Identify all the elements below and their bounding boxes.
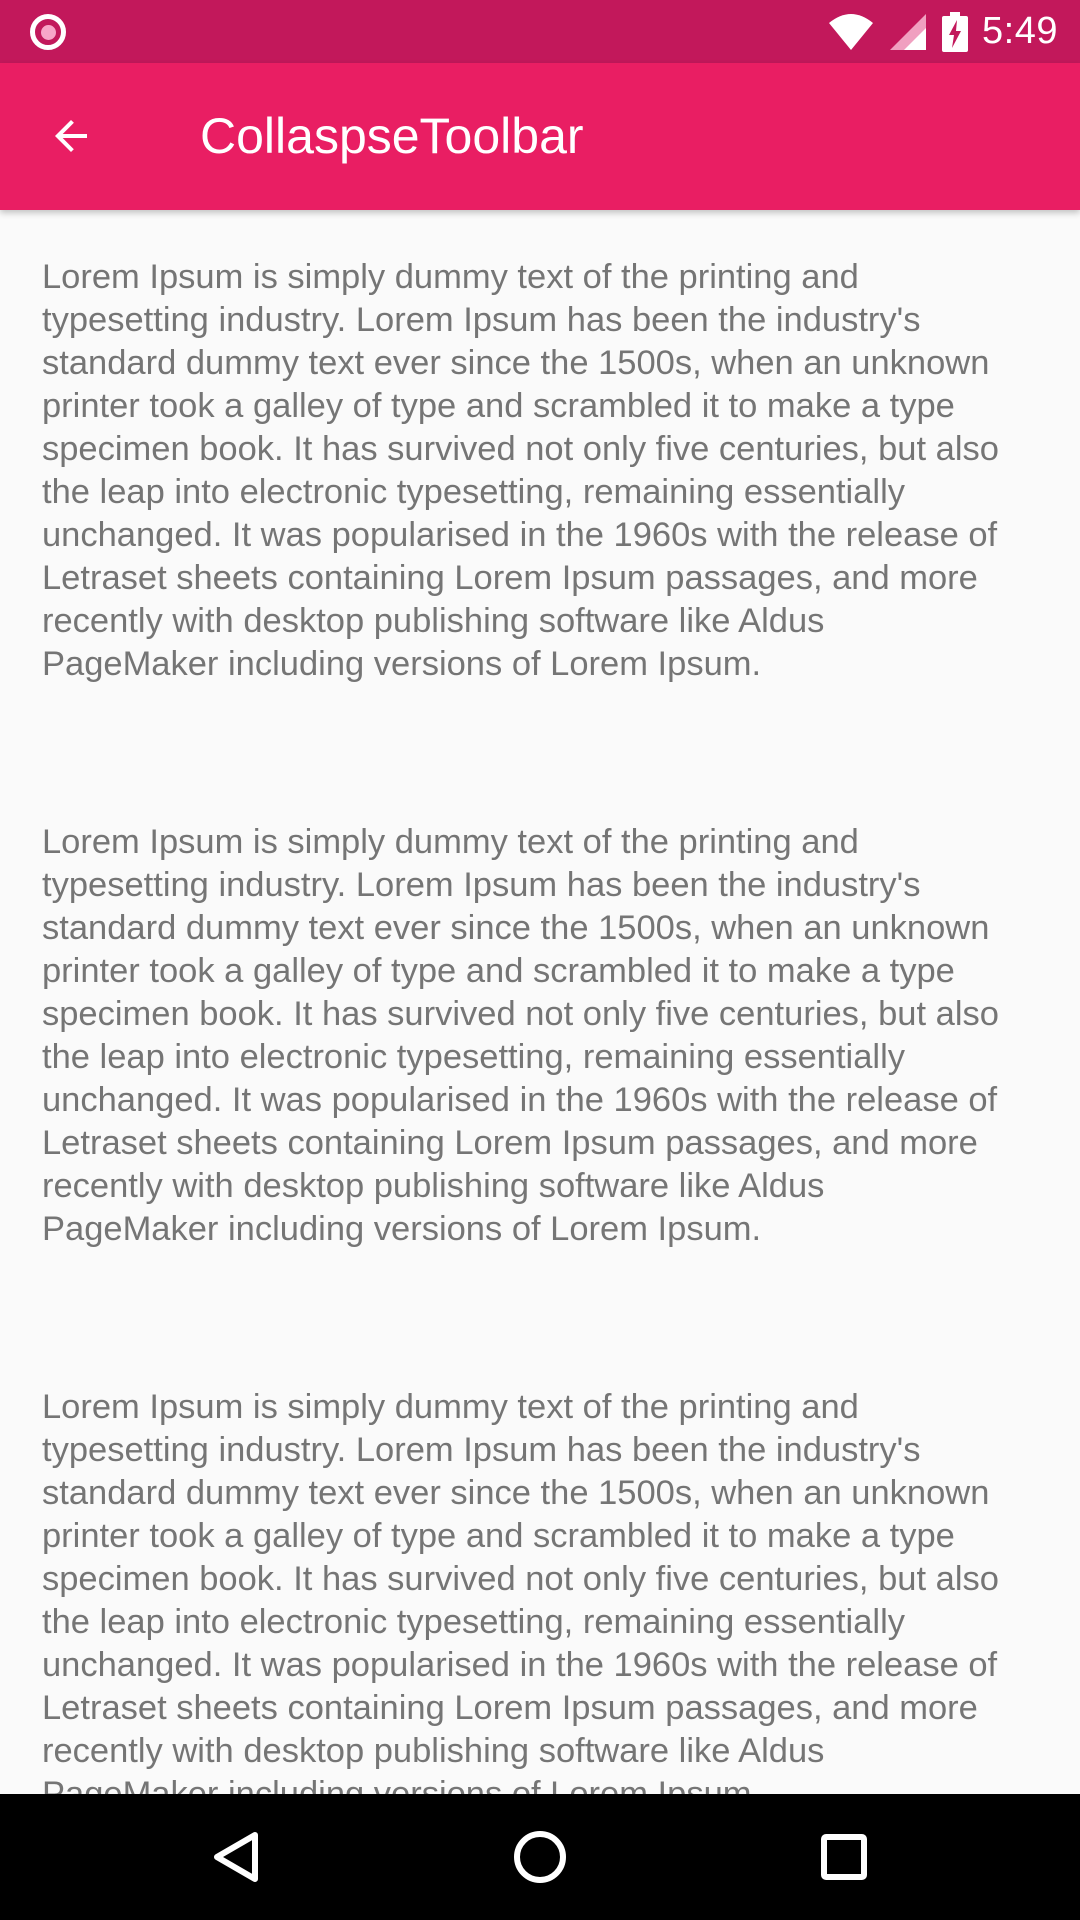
status-time: 5:49 <box>982 10 1058 52</box>
home-circle-icon <box>514 1831 566 1883</box>
arrow-back-icon <box>55 120 87 152</box>
paragraph-1: Lorem Ipsum is simply dummy text of the … <box>42 258 999 683</box>
back-button[interactable] <box>36 101 106 171</box>
wifi-icon <box>829 13 874 50</box>
scroll-content[interactable]: Lorem Ipsum is simply dummy text of the … <box>0 210 1080 1794</box>
status-bar: 5:49 <box>0 0 1080 63</box>
back-triangle-icon <box>214 1832 258 1882</box>
status-icons: 5:49 <box>828 0 1058 63</box>
nav-home-button[interactable] <box>500 1817 580 1897</box>
page-title: CollaspseToolbar <box>200 108 584 164</box>
paragraph-3: Lorem Ipsum is simply dummy text of the … <box>42 1388 999 1794</box>
nav-recents-button[interactable] <box>804 1817 884 1897</box>
battery-charging-icon <box>942 11 969 52</box>
toolbar: CollaspseToolbar <box>0 63 1080 210</box>
signal-icon <box>890 13 927 50</box>
notification-icon <box>30 14 66 50</box>
navigation-bar <box>0 1794 1080 1920</box>
paragraph-2: Lorem Ipsum is simply dummy text of the … <box>42 823 999 1248</box>
recents-square-icon <box>821 1834 867 1880</box>
nav-back-button[interactable] <box>196 1817 276 1897</box>
